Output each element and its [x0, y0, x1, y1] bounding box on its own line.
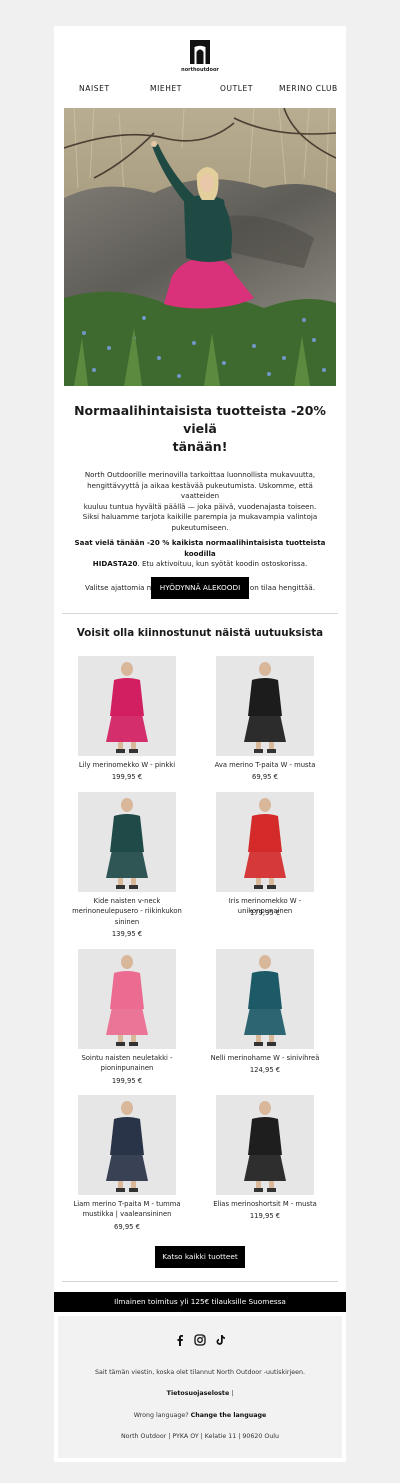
view-all-products-button[interactable]: Katso kaikki tuotteet	[155, 1246, 245, 1268]
product-image[interactable]	[216, 656, 314, 756]
nav-item-merino-club[interactable]: MERINO CLUB	[279, 84, 338, 93]
product-price: 124,95 €	[249, 1066, 281, 1075]
offer-paragraph: Saat vielä tänään -20 % kaikista normaal…	[74, 538, 326, 569]
product-figure	[78, 656, 176, 756]
product-card[interactable]: Iris merinomekko W - unikonpunainen 179,9…	[210, 792, 320, 932]
product-price: 69,95 €	[114, 1222, 140, 1231]
brand-logo[interactable]: northoutdoor	[181, 40, 219, 76]
products-title: Voisit olla kiinnostunut näistä uutuuksi…	[76, 627, 324, 639]
product-figure	[216, 792, 314, 892]
shipping-banner: Ilmainen toimitus yli 125€ tilauksille S…	[54, 1292, 346, 1312]
intro-paragraph: North Outdoorille merinovilla tarkoittaa…	[82, 470, 318, 532]
email-card: northoutdoor NAISET MIEHET OUTLET MERINO…	[54, 26, 346, 1462]
product-name[interactable]: Elias merinoshortsit M - musta	[210, 1199, 320, 1209]
product-card[interactable]: Sointu naisten neuletakki - pioninpunaine…	[72, 949, 182, 1089]
product-image[interactable]	[216, 1095, 314, 1195]
nav-item-naiset[interactable]: NAISET	[79, 84, 110, 93]
product-image[interactable]	[78, 949, 176, 1049]
product-figure	[216, 1095, 314, 1195]
product-price: 69,95 €	[252, 773, 278, 782]
change-language-link[interactable]: Change the language	[191, 1412, 267, 1419]
product-figure	[78, 792, 176, 892]
nav-item-miehet[interactable]: MIEHET	[150, 84, 182, 93]
logo-text: northoutdoor	[181, 67, 219, 73]
headline: Normaalihintaisista tuotteista -20% viel…	[74, 403, 326, 454]
product-name[interactable]: Ava merino T-paita W - musta	[210, 760, 320, 770]
product-figure	[78, 1095, 176, 1195]
product-name[interactable]: Nelli merinohame W - sinivihreä	[210, 1053, 320, 1063]
instagram-icon[interactable]	[194, 1334, 206, 1346]
product-price: 119,95 €	[249, 1212, 281, 1221]
product-image[interactable]	[216, 792, 314, 892]
product-image[interactable]	[78, 1095, 176, 1195]
product-price: 199,95 €	[111, 773, 143, 782]
hero-image[interactable]	[64, 108, 336, 386]
product-card[interactable]: Ava merino T-paita W - musta 69,95 €	[210, 656, 320, 796]
product-card[interactable]: Kide naisten v-neck merinoneulepusero - r…	[72, 792, 182, 938]
footer-address: North Outdoor | PYKA OY | Kelatie 11 | 9…	[120, 1433, 280, 1440]
product-figure	[78, 949, 176, 1049]
footer-privacy: Tietosuojaseloste |	[166, 1390, 234, 1397]
product-image[interactable]	[78, 792, 176, 892]
product-price: 139,95 €	[111, 930, 143, 939]
divider	[62, 613, 338, 614]
hero-illustration	[64, 108, 336, 386]
divider	[62, 1281, 338, 1282]
product-price: 199,95 €	[111, 1076, 143, 1085]
product-card[interactable]: Lily merinomekko W - pinkki 199,95 €	[72, 656, 182, 796]
logo-mark-icon	[190, 40, 210, 64]
redeem-code-button[interactable]: HYÖDYNNÄ ALEKOODI	[151, 577, 249, 599]
product-card[interactable]: Nelli merinohame W - sinivihreä 124,95 €	[210, 949, 320, 1089]
product-name[interactable]: Liam merino T-paita M - tumma mustikka | …	[72, 1199, 182, 1220]
footer-reason: Sait tämän viestin, koska olet tilannut …	[95, 1369, 305, 1376]
product-card[interactable]: Liam merino T-paita M - tumma mustikka | …	[72, 1095, 182, 1235]
product-figure	[216, 949, 314, 1049]
product-image[interactable]	[78, 656, 176, 756]
nav-item-outlet[interactable]: OUTLET	[220, 84, 253, 93]
product-name[interactable]: Sointu naisten neuletakki - pioninpunaine…	[72, 1053, 182, 1074]
product-card[interactable]: Elias merinoshortsit M - musta 119,95 €	[210, 1095, 320, 1235]
product-price: 179,95 €	[249, 909, 281, 918]
footer-language: Wrong language? Change the language	[133, 1412, 267, 1419]
discount-code: HIDASTA20	[92, 559, 138, 569]
main-nav: NAISET MIEHET OUTLET MERINO CLUB	[54, 84, 346, 96]
product-name[interactable]: Lily merinomekko W - pinkki	[72, 760, 182, 770]
product-figure	[216, 656, 314, 756]
facebook-icon[interactable]	[174, 1334, 186, 1346]
footer: Sait tämän viestin, koska olet tilannut …	[58, 1316, 342, 1458]
product-image[interactable]	[216, 949, 314, 1049]
privacy-link[interactable]: Tietosuojaseloste	[167, 1390, 230, 1397]
tiktok-icon[interactable]	[214, 1334, 226, 1346]
product-name[interactable]: Kide naisten v-neck merinoneulepusero - r…	[72, 896, 182, 927]
